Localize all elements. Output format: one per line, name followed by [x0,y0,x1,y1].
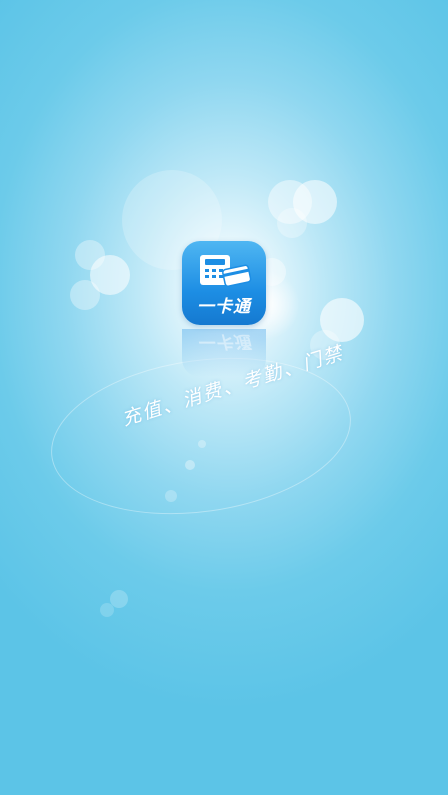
app-name-reflection: 一卡通 [197,331,251,351]
app-logo: 一卡通 [182,241,266,325]
splash-screen: 一卡通 一卡通 充值、消费、考勤、门禁 [0,0,448,795]
bokeh-bubble [100,603,114,617]
bokeh-bubble [277,208,307,238]
bokeh-bubble [70,280,100,310]
app-name: 一卡通 [197,297,251,317]
